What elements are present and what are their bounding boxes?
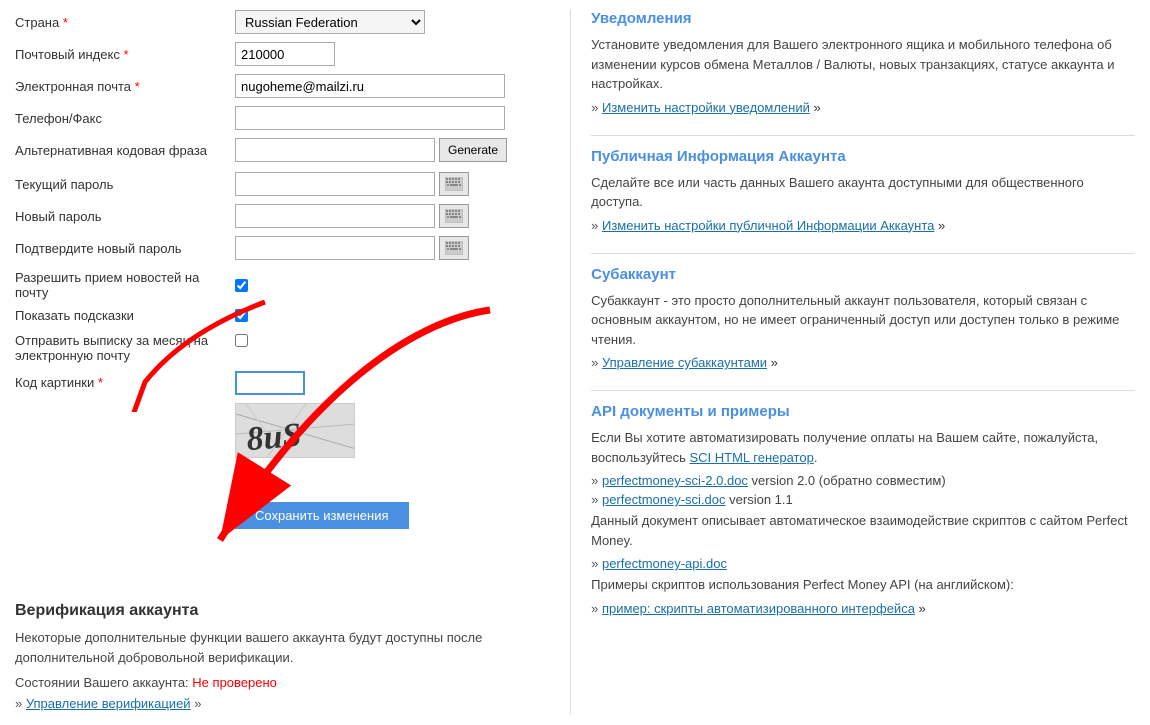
keyboard-icon-new[interactable] [439, 204, 469, 228]
public-link-row: Изменить настройки публичной Информации … [591, 218, 1135, 233]
subaccount-section: Субаккаунт Субаккаунт - это просто допол… [591, 266, 1135, 371]
hints-label: Показать подсказки [15, 308, 235, 323]
subaccount-text: Субаккаунт - это просто дополнительный а… [591, 291, 1135, 350]
subaccount-link[interactable]: Управление субаккаунтами [602, 355, 767, 370]
public-link[interactable]: Изменить настройки публичной Информации … [602, 218, 934, 233]
save-button[interactable]: Сохранить изменения [235, 502, 409, 529]
alt-code-label: Альтернативная кодовая фраза [15, 143, 235, 158]
api-doc3-row: perfectmoney-api.doc [591, 556, 1135, 571]
captcha-input[interactable] [235, 371, 305, 395]
public-info-section: Публичная Информация Аккаунта Сделайте в… [591, 148, 1135, 233]
notifications-section: Уведомления Установите уведомления для В… [591, 10, 1135, 115]
newsletter-checkbox[interactable] [235, 279, 248, 292]
api-doc1-row: perfectmoney-sci-2.0.doc version 2.0 (об… [591, 473, 1135, 488]
manage-verification-link-row: Управление верификацией [15, 696, 550, 711]
current-pass-input[interactable] [235, 172, 435, 196]
phone-label: Телефон/Факс [15, 111, 235, 126]
api-text2: Данный документ описывает автоматическое… [591, 511, 1135, 550]
notifications-link[interactable]: Изменить настройки уведомлений [602, 100, 810, 115]
api-section: API документы и примеры Если Вы хотите а… [591, 403, 1135, 616]
notifications-link-row: Изменить настройки уведомлений » [591, 100, 1135, 115]
keyboard-icon-confirm[interactable] [439, 236, 469, 260]
manage-verification-link[interactable]: Управление верификацией [26, 696, 191, 711]
email-label: Электронная почта * [15, 79, 235, 94]
country-label: Страна * [15, 15, 235, 30]
alt-code-input[interactable] [235, 138, 435, 162]
newsletter-label: Разрешить прием новостей на почту [15, 270, 235, 300]
captcha-image: 8uS [235, 403, 355, 458]
account-status: Состоянии Вашего аккаунта: Не проверено [15, 675, 550, 690]
postal-input[interactable] [235, 42, 335, 66]
hints-checkbox[interactable] [235, 309, 248, 322]
svg-text:8uS: 8uS [245, 417, 303, 458]
public-title: Публичная Информация Аккаунта [591, 148, 1135, 165]
api-doc1-link[interactable]: perfectmoney-sci-2.0.doc [602, 473, 748, 488]
api-doc2-link[interactable]: perfectmoney-sci.doc [602, 492, 726, 507]
postal-label: Почтовый индекс * [15, 47, 235, 62]
api-text1: Если Вы хотите автоматизировать получени… [591, 428, 1135, 467]
api-title: API документы и примеры [591, 403, 1135, 420]
api-doc3-link[interactable]: perfectmoney-api.doc [602, 556, 727, 571]
refresh-captcha-icon[interactable]: ↻ [235, 462, 550, 482]
new-pass-label: Новый пароль [15, 209, 235, 224]
keyboard-icon-current[interactable] [439, 172, 469, 196]
api-text3: Примеры скриптов использования Perfect M… [591, 575, 1135, 595]
verification-text: Некоторые дополнительные функции вашего … [15, 628, 550, 667]
phone-input[interactable] [235, 106, 505, 130]
verification-title: Верификация аккаунта [15, 602, 550, 620]
notifications-title: Уведомления [591, 10, 1135, 27]
monthly-label: Отправить выписку за месяц на электронну… [15, 331, 235, 363]
confirm-pass-label: Подтвердите новый пароль [15, 241, 235, 256]
captcha-label: Код картинки * [15, 371, 235, 390]
verification-section: Верификация аккаунта Некоторые дополните… [15, 592, 550, 711]
public-text: Сделайте все или часть данных Вашего ака… [591, 173, 1135, 212]
subaccount-link-row: Управление субаккаунтами » [591, 355, 1135, 370]
api-example-row: пример: скрипты автоматизированного инте… [591, 601, 1135, 616]
email-input[interactable] [235, 74, 505, 98]
monthly-checkbox[interactable] [235, 334, 248, 347]
generate-button[interactable]: Generate [439, 138, 507, 162]
new-pass-input[interactable] [235, 204, 435, 228]
api-doc2-row: perfectmoney-sci.doc version 1.1 [591, 492, 1135, 507]
current-pass-label: Текущий пароль [15, 177, 235, 192]
sci-generator-link[interactable]: SCI HTML генератор [689, 450, 813, 465]
confirm-pass-input[interactable] [235, 236, 435, 260]
subaccount-title: Субаккаунт [591, 266, 1135, 283]
api-example-link[interactable]: пример: скрипты автоматизированного инте… [602, 601, 915, 616]
notifications-text: Установите уведомления для Вашего электр… [591, 35, 1135, 94]
country-select[interactable]: Russian Federation [235, 10, 425, 34]
